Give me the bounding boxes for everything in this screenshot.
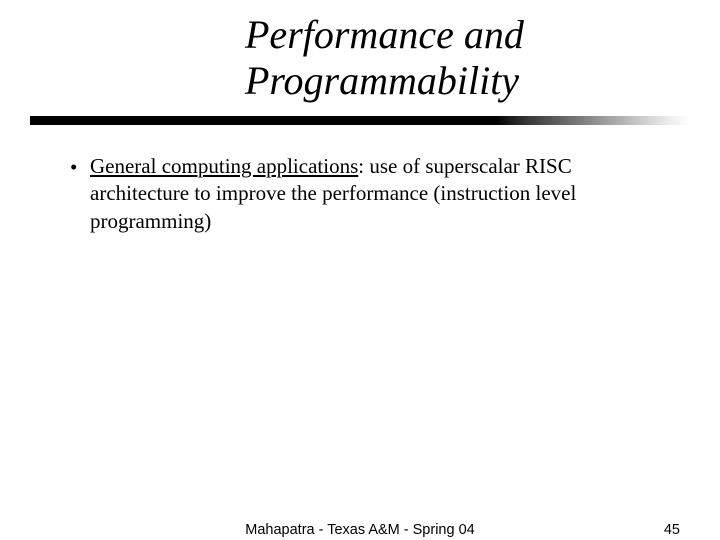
underline-fade bbox=[495, 116, 690, 125]
underline-solid bbox=[30, 116, 495, 125]
footer-page-number: 45 bbox=[664, 522, 680, 538]
footer-credit: Mahapatra - Texas A&M - Spring 04 bbox=[245, 522, 474, 538]
bullet-item: • General computing applications: use of… bbox=[70, 153, 670, 235]
title-line-1: Performance and bbox=[245, 12, 524, 57]
slide-title: Performance and Programmability bbox=[0, 0, 720, 104]
title-underline bbox=[30, 116, 690, 125]
title-line-2: Programmability bbox=[245, 58, 519, 103]
bullet-text: General computing applications: use of s… bbox=[90, 153, 670, 235]
bullet-marker-icon: • bbox=[70, 153, 90, 181]
bullet-lead: General computing applications bbox=[90, 154, 358, 178]
slide-content: • General computing applications: use of… bbox=[0, 153, 720, 235]
